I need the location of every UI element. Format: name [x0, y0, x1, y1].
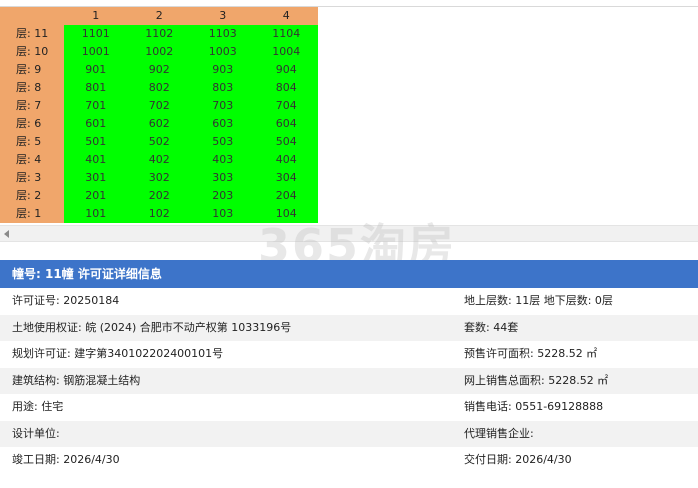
unit-cell[interactable]: 401	[64, 151, 128, 169]
unit-cell[interactable]: 102	[127, 205, 191, 223]
unit-cell[interactable]: 204	[254, 187, 318, 205]
unit-cell[interactable]: 201	[64, 187, 128, 205]
floor-label: 层: 6	[0, 115, 64, 133]
unit-cell[interactable]: 303	[191, 169, 255, 187]
unit-cell[interactable]: 1002	[127, 43, 191, 61]
column-header: 1	[64, 7, 128, 25]
unit-cell[interactable]: 904	[254, 61, 318, 79]
building-structure: 建筑结构: 钢筋混凝土结构	[12, 373, 141, 387]
floor-row: 层: 4 401 402 403 404	[0, 151, 318, 169]
unit-cell[interactable]: 604	[254, 115, 318, 133]
unit-cell[interactable]: 701	[64, 97, 128, 115]
floor-label: 层: 2	[0, 187, 64, 205]
floor-row: 层: 11 1101 1102 1103 1104	[0, 25, 318, 43]
column-header: 4	[254, 7, 318, 25]
unit-cell[interactable]: 1003	[191, 43, 255, 61]
floor-row: 层: 3 301 302 303 304	[0, 169, 318, 187]
detail-row: 竣工日期: 2026/4/30 交付日期: 2026/4/30	[0, 447, 698, 474]
unit-cell[interactable]: 702	[127, 97, 191, 115]
unit-cell[interactable]: 304	[254, 169, 318, 187]
unit-cell[interactable]: 602	[127, 115, 191, 133]
unit-cell[interactable]: 1101	[64, 25, 128, 43]
unit-cell[interactable]: 804	[254, 79, 318, 97]
unit-cell[interactable]: 104	[254, 205, 318, 223]
unit-cell[interactable]: 801	[64, 79, 128, 97]
unit-cell[interactable]: 1103	[191, 25, 255, 43]
permit-details-header: 幢号: 11幢 许可证详细信息	[0, 260, 698, 288]
floor-label: 层: 8	[0, 79, 64, 97]
unit-cell[interactable]: 1102	[127, 25, 191, 43]
detail-row: 土地使用权证: 皖 (2024) 合肥市不动产权第 1033196号 套数: 4…	[0, 314, 698, 341]
unit-cell[interactable]: 601	[64, 115, 128, 133]
detail-row: 规划许可证: 建字第340102202400101号 预售许可面积: 5228.…	[0, 341, 698, 368]
unit-cell[interactable]: 101	[64, 205, 128, 223]
floor-label: 层: 4	[0, 151, 64, 169]
land-use-certificate: 土地使用权证: 皖 (2024) 合肥市不动产权第 1033196号	[12, 320, 292, 334]
floor-row: 层: 7 701 702 703 704	[0, 97, 318, 115]
sales-agent: 代理销售企业:	[464, 426, 534, 440]
unit-count: 套数: 44套	[464, 320, 519, 334]
floor-label: 层: 3	[0, 169, 64, 187]
floor-unit-grid: 1 2 3 4 层: 11 1101 1102 1103 1104 层: 10 …	[0, 7, 318, 223]
floor-count: 地上层数: 11层 地下层数: 0层	[464, 294, 613, 307]
online-sales-area: 网上销售总面积: 5228.52 ㎡	[464, 373, 609, 387]
floor-label: 层: 9	[0, 61, 64, 79]
floor-label: 层: 10	[0, 43, 64, 61]
floor-row: 层: 2 201 202 203 204	[0, 187, 318, 205]
unit-cell[interactable]: 504	[254, 133, 318, 151]
floor-label: 层: 11	[0, 25, 64, 43]
unit-cell[interactable]: 802	[127, 79, 191, 97]
unit-cell[interactable]: 803	[191, 79, 255, 97]
column-header: 2	[127, 7, 191, 25]
unit-cell[interactable]: 202	[127, 187, 191, 205]
unit-cell[interactable]: 501	[64, 133, 128, 151]
unit-cell[interactable]: 402	[127, 151, 191, 169]
floor-row: 层: 9 901 902 903 904	[0, 61, 318, 79]
unit-cell[interactable]: 301	[64, 169, 128, 187]
unit-cell[interactable]: 704	[254, 97, 318, 115]
detail-row: 建筑结构: 钢筋混凝土结构 网上销售总面积: 5228.52 ㎡	[0, 367, 698, 394]
floor-row: 层: 8 801 802 803 804	[0, 79, 318, 97]
detail-row: 用途: 住宅 销售电话: 0551-69128888	[0, 394, 698, 421]
unit-cell[interactable]: 502	[127, 133, 191, 151]
horizontal-scrollbar[interactable]	[0, 225, 698, 242]
detail-row: 许可证号: 20250184 地上层数: 11层 地下层数: 0层	[0, 288, 698, 315]
unit-cell[interactable]: 103	[191, 205, 255, 223]
unit-cell[interactable]: 903	[191, 61, 255, 79]
floor-row: 层: 6 601 602 603 604	[0, 115, 318, 133]
floor-label: 层: 1	[0, 205, 64, 223]
unit-cell[interactable]: 1104	[254, 25, 318, 43]
design-company: 设计单位:	[12, 426, 60, 440]
sales-phone: 销售电话: 0551-69128888	[464, 400, 604, 413]
unit-cell[interactable]: 901	[64, 61, 128, 79]
floor-row: 层: 5 501 502 503 504	[0, 133, 318, 151]
scroll-left-arrow-icon[interactable]	[4, 230, 9, 238]
permit-details-list: 许可证号: 20250184 地上层数: 11层 地下层数: 0层 土地使用权证…	[0, 288, 698, 474]
delivery-date: 交付日期: 2026/4/30	[464, 453, 572, 466]
unit-cell[interactable]: 902	[127, 61, 191, 79]
unit-cell[interactable]: 1001	[64, 43, 128, 61]
grid-corner	[0, 7, 64, 25]
usage: 用途: 住宅	[12, 400, 64, 413]
completion-date: 竣工日期: 2026/4/30	[12, 453, 120, 466]
unit-cell[interactable]: 503	[191, 133, 255, 151]
floor-row: 层: 10 1001 1002 1003 1004	[0, 43, 318, 61]
unit-cell[interactable]: 703	[191, 97, 255, 115]
planning-permit: 规划许可证: 建字第340102202400101号	[12, 347, 224, 360]
permit-number: 许可证号: 20250184	[12, 294, 120, 307]
unit-cell[interactable]: 302	[127, 169, 191, 187]
unit-cell[interactable]: 203	[191, 187, 255, 205]
unit-cell[interactable]: 1004	[254, 43, 318, 61]
floor-label: 层: 7	[0, 97, 64, 115]
presale-area: 预售许可面积: 5228.52 ㎡	[464, 347, 598, 360]
unit-cell[interactable]: 404	[254, 151, 318, 169]
floor-label: 层: 5	[0, 133, 64, 151]
column-header: 3	[191, 7, 255, 25]
floor-row: 层: 1 101 102 103 104	[0, 205, 318, 223]
unit-cell[interactable]: 403	[191, 151, 255, 169]
detail-row: 设计单位: 代理销售企业:	[0, 420, 698, 447]
grid-top-border-right	[318, 6, 698, 7]
grid-header-row: 1 2 3 4	[0, 7, 318, 25]
unit-cell[interactable]: 603	[191, 115, 255, 133]
